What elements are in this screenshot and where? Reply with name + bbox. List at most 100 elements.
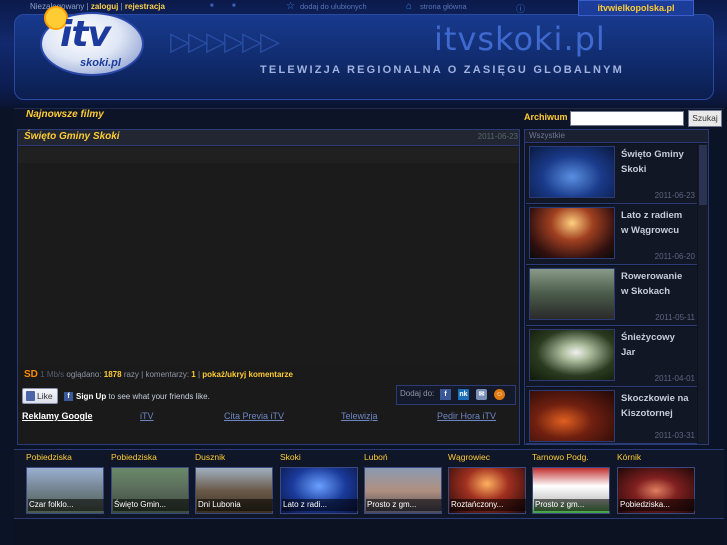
sidebar-video-date: 2011-05-11 xyxy=(655,313,695,322)
sidebar-video-item[interactable]: Rowerowanie w Skokach 2011-05-11 xyxy=(526,266,697,326)
town-caption[interactable]: Święto Gmin... xyxy=(113,499,189,511)
sidebar-video-title[interactable]: Lato z radiem w Wągrowcu xyxy=(621,208,691,238)
town-card[interactable]: Tarnowo Podg. Prosto z gm... xyxy=(532,450,612,516)
town-thumbnail[interactable]: Pobiedziska... xyxy=(617,467,695,514)
town-thumbnail[interactable]: Prosto z gm... xyxy=(532,467,610,514)
login-link[interactable]: zaloguj xyxy=(91,2,119,11)
email-share-icon[interactable]: ✉ xyxy=(476,389,487,400)
video-title: Święto Gminy Skoki xyxy=(24,131,120,142)
facebook-signup-text: Sign Up to see what your friends like. xyxy=(76,392,210,401)
search-input[interactable] xyxy=(570,111,684,126)
sidebar-video-item[interactable]: Skoczkowie na Kiszotornej 2011-03-31 xyxy=(526,388,697,444)
sidebar-video-item[interactable]: Śnieżycowy Jar 2011-04-01 xyxy=(526,327,697,387)
town-caption[interactable]: Pobiedziska... xyxy=(619,499,695,511)
ad-link[interactable]: Pedir Hora iTV xyxy=(437,411,517,423)
dot-icon: ■ xyxy=(210,3,214,9)
town-card[interactable]: Dusznik Dni Lubonia xyxy=(195,450,275,516)
facebook-signup-link[interactable]: Sign Up xyxy=(76,392,106,401)
sidebar-video-date: 2011-03-31 xyxy=(654,431,695,440)
region-site-tab[interactable]: itvwielkopolska.pl xyxy=(578,0,694,16)
town-thumbnail[interactable]: Święto Gmin... xyxy=(111,467,189,514)
logo-text: itv xyxy=(60,14,111,55)
toggle-comments-link[interactable]: pokaż/ukryj komentarze xyxy=(202,370,293,379)
sidebar-video-title[interactable]: Rowerowanie w Skokach xyxy=(621,269,691,299)
blip-share-icon[interactable]: ☺ xyxy=(494,389,505,400)
sidebar-video-date: 2011-06-20 xyxy=(654,252,695,261)
footer-bar xyxy=(14,518,724,545)
video-player[interactable] xyxy=(18,147,519,365)
scrollbar-thumb[interactable] xyxy=(699,145,707,205)
town-card[interactable]: Kórnik Pobiedziska... xyxy=(617,450,697,516)
sidebar-video-title[interactable]: Skoczkowie na Kiszotornej xyxy=(621,391,691,421)
town-name[interactable]: Dusznik xyxy=(195,452,275,463)
town-name[interactable]: Wągrowiec xyxy=(448,452,528,463)
sidebar-header: Wszystkie xyxy=(525,130,708,143)
ad-link[interactable]: Cita Previa iTV xyxy=(224,411,304,423)
facebook-share-icon[interactable]: f xyxy=(440,389,451,400)
video-stats: SD 1 Mb/s oglądano: 1878 razy | komentar… xyxy=(24,369,293,380)
video-thumbnail[interactable] xyxy=(529,146,615,198)
comment-count: 1 xyxy=(191,370,196,379)
add-to-favorites-link[interactable]: dodaj do ulubionych xyxy=(300,1,378,13)
ad-link[interactable]: iTV xyxy=(140,411,180,423)
ad-link[interactable]: Telewizja xyxy=(341,411,401,423)
sidebar-video-title[interactable]: Święto Gminy Skoki xyxy=(621,147,691,177)
register-link[interactable]: rejestracja xyxy=(125,2,165,11)
town-thumbnail[interactable]: Dni Lubonia xyxy=(195,467,273,514)
town-name[interactable]: Kórnik xyxy=(617,452,697,463)
google-ads-link[interactable]: Reklamy Google xyxy=(22,411,102,423)
town-caption[interactable]: Prosto z gm... xyxy=(366,499,442,511)
sidebar-video-date: 2011-04-01 xyxy=(654,374,695,383)
site-name: itvskoki.pl xyxy=(434,20,606,58)
town-thumbnail[interactable]: Lato z radi... xyxy=(280,467,358,514)
sidebar-header-label[interactable]: Wszystkie xyxy=(529,131,565,140)
town-card[interactable]: Luboń Prosto z gm... xyxy=(364,450,444,516)
bitrate-text: 1 Mb/s xyxy=(40,370,65,379)
search-button[interactable]: Szukaj xyxy=(688,110,722,127)
sidebar-video-item[interactable]: Święto Gminy Skoki 2011-06-23 xyxy=(526,144,697,204)
star-icon[interactable]: ☆ xyxy=(286,1,296,13)
town-caption[interactable]: Dni Lubonia xyxy=(197,499,273,511)
sidebar-video-item[interactable]: Lato z radiem w Wągrowcu 2011-06-20 xyxy=(526,205,697,265)
video-thumbnail[interactable] xyxy=(529,207,615,259)
home-icon[interactable]: ⌂ xyxy=(406,1,416,13)
newest-videos-heading[interactable]: Najnowsze filmy xyxy=(26,109,146,123)
quality-badge[interactable]: SD xyxy=(24,369,38,380)
decorative-arrows-icon: ▷▷▷▷▷▷ xyxy=(170,26,280,56)
sidebar-video-title[interactable]: Śnieżycowy Jar xyxy=(621,330,691,360)
town-name[interactable]: Pobiedziska xyxy=(26,452,106,463)
sidebar-video-date: 2011-06-23 xyxy=(654,191,695,200)
video-thumbnail[interactable] xyxy=(529,268,615,320)
town-card[interactable]: Skoki Lato z radi... xyxy=(280,450,360,516)
dot-icon: ■ xyxy=(232,3,236,9)
town-name[interactable]: Tarnowo Podg. xyxy=(532,452,612,463)
video-date: 2011-06-23 xyxy=(477,132,518,141)
town-caption[interactable]: Roztańczony... xyxy=(450,499,526,511)
town-caption[interactable]: Lato z radi... xyxy=(282,499,358,511)
thumbs-up-icon xyxy=(26,391,35,401)
town-caption[interactable]: Prosto z gm... xyxy=(534,499,610,511)
nk-share-icon[interactable]: nk xyxy=(458,389,469,400)
tagline: TELEWIZJA REGIONALNA O ZASIĘGU GLOBALNYM xyxy=(260,64,625,76)
town-name[interactable]: Pobiedziska xyxy=(111,452,191,463)
facebook-like-button[interactable]: Like xyxy=(22,388,58,404)
town-thumbnail[interactable]: Roztańczony... xyxy=(448,467,526,514)
town-card[interactable]: Pobiedziska Święto Gmin... xyxy=(111,450,191,516)
page: ▷▷▷▷▷▷ Niezalogowany | zaloguj | rejestr… xyxy=(0,0,727,545)
video-thumbnail[interactable] xyxy=(529,329,615,381)
town-thumbnail[interactable]: Prosto z gm... xyxy=(364,467,442,514)
share-label: Dodaj do: xyxy=(400,389,435,398)
town-thumbnail[interactable]: Czar folklo... xyxy=(26,467,104,514)
video-thumbnail[interactable] xyxy=(529,390,615,442)
town-card[interactable]: Pobiedziska Czar folklo... xyxy=(26,450,106,516)
town-name[interactable]: Skoki xyxy=(280,452,360,463)
home-page-link[interactable]: strona główna xyxy=(420,1,476,13)
view-count: 1878 xyxy=(103,370,122,379)
archive-label[interactable]: Archiwum xyxy=(524,112,568,124)
town-caption[interactable]: Czar folklo... xyxy=(28,499,104,511)
info-icon[interactable]: ⓘ xyxy=(516,2,526,14)
logo-subtext: skoki.pl xyxy=(80,57,121,69)
town-card[interactable]: Wągrowiec Roztańczony... xyxy=(448,450,528,516)
town-name[interactable]: Luboń xyxy=(364,452,444,463)
facebook-icon: f xyxy=(64,392,73,401)
